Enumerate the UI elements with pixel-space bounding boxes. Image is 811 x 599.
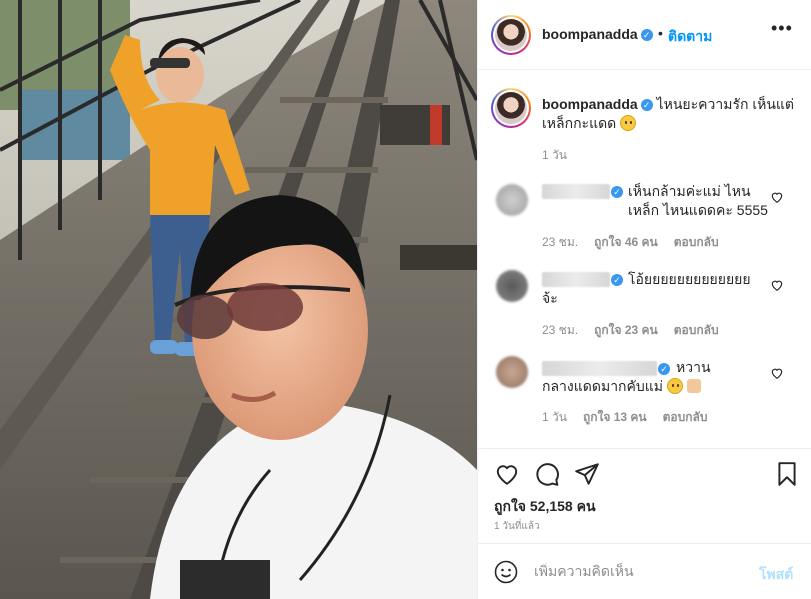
comment-text: โอ้ยยยยยยยยยยยยยจ้ะ xyxy=(542,271,751,306)
comment-input[interactable] xyxy=(534,563,744,579)
comment-icon[interactable] xyxy=(534,461,560,487)
share-icon[interactable] xyxy=(574,461,600,487)
heart-icon[interactable] xyxy=(770,278,784,292)
comment-likes[interactable]: ถูกใจ 23 คน xyxy=(594,323,658,337)
reply-button[interactable]: ตอบกลับ xyxy=(674,323,719,337)
comment-avatar[interactable] xyxy=(496,184,528,216)
bookmark-icon[interactable] xyxy=(774,461,800,487)
comment-likes[interactable]: ถูกใจ 13 คน xyxy=(583,410,647,424)
comment-avatar[interactable] xyxy=(496,270,528,302)
caption: boompanadda ✓ ไหนยะความรัก เห็นแต่เหล็กกะ… xyxy=(542,95,800,133)
comment-time[interactable]: 23 ชม. xyxy=(542,235,578,249)
verified-badge-icon: ✓ xyxy=(640,29,653,42)
photo-illustration xyxy=(0,0,477,599)
post-side-panel: boompanadda ✓ • ติดตาม ••• boompanadda ✓ ไ… xyxy=(477,0,811,599)
author-username[interactable]: boompanadda ✓ xyxy=(542,26,653,42)
post-header: boompanadda ✓ • ติดตาม ••• xyxy=(478,0,811,70)
slightly-frowning-face-emoji-icon xyxy=(620,115,637,131)
comment-text: เห็นกล้ามค่ะแม่ ไหนเหล็ก ไหนแดดคะ 5555 xyxy=(628,183,768,218)
author-avatar[interactable] xyxy=(491,15,531,55)
caption-username[interactable]: boompanadda xyxy=(542,96,638,112)
comment-text: หวานกลางแดดมากคับแม่ xyxy=(542,359,711,394)
verified-badge-icon: ✓ xyxy=(611,186,623,198)
comment-meta: 23 ชม. ถูกใจ 46 คน ตอบกลับ xyxy=(542,233,735,252)
post-comment-button[interactable]: โพสต์ xyxy=(759,564,793,586)
heart-icon[interactable] xyxy=(494,461,520,487)
reply-button[interactable]: ตอบกลับ xyxy=(674,235,719,249)
comment-avatar[interactable] xyxy=(496,356,528,388)
heart-icon[interactable] xyxy=(770,190,784,204)
posted-time[interactable]: 1 วันที่แล้ว xyxy=(494,519,540,534)
laughing-emoji-icon xyxy=(666,378,683,394)
caption-avatar[interactable] xyxy=(491,88,531,128)
separator-dot: • xyxy=(658,25,663,41)
reply-button[interactable]: ตอบกลับ xyxy=(663,410,708,424)
comment-time[interactable]: 23 ชม. xyxy=(542,323,578,337)
comment-username-redacted[interactable] xyxy=(542,184,610,199)
verified-badge-icon: ✓ xyxy=(640,99,653,112)
caption-time[interactable]: 1 วัน xyxy=(542,146,567,165)
clapping-hands-emoji-icon xyxy=(686,379,701,393)
smiley-icon[interactable] xyxy=(494,560,518,584)
comment-meta: 1 วัน ถูกใจ 13 คน ตอบกลับ xyxy=(542,408,723,427)
comment-meta: 23 ชม. ถูกใจ 23 คน ตอบกลับ xyxy=(542,321,735,340)
likes-count[interactable]: ถูกใจ 52,158 คน xyxy=(494,496,596,518)
comment-time[interactable]: 1 วัน xyxy=(542,410,567,424)
comment-likes[interactable]: ถูกใจ 46 คน xyxy=(594,235,658,249)
heart-icon[interactable] xyxy=(770,366,784,380)
follow-button[interactable]: ติดตาม xyxy=(668,26,712,48)
comment-bar: โพสต์ xyxy=(478,543,811,599)
post-photo[interactable] xyxy=(0,0,477,599)
more-options-icon[interactable]: ••• xyxy=(771,18,793,39)
